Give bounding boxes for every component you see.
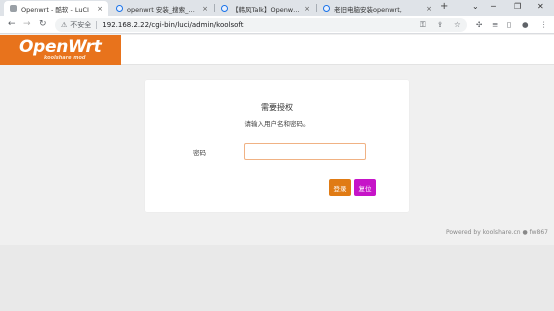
- key-icon[interactable]: ⚿: [420, 20, 426, 30]
- close-window-icon[interactable]: ✕: [537, 2, 544, 11]
- tab-old-pc-openwrt[interactable]: 老旧电脑安装openwrt, ×: [317, 1, 437, 16]
- tab-title: 【韩风Talk】Openwrt科: [232, 5, 302, 14]
- globe-icon: [323, 5, 330, 12]
- tab-hanfeng-talk[interactable]: 【韩风Talk】Openwrt科 ×: [215, 1, 315, 16]
- new-tab-button[interactable]: +: [440, 1, 448, 12]
- tab-bar: Openwrt - 酷软 - LuCI × openwrt 安装_搜索_哔哩 ×…: [0, 0, 554, 16]
- close-tab-icon[interactable]: ×: [304, 5, 310, 13]
- security-label[interactable]: 不安全: [70, 20, 91, 30]
- browser-toolbar: ← → ↻ ⚠ 不安全 192.168.2.22/cgi-bin/luci/ad…: [0, 16, 554, 34]
- openwrt-logo[interactable]: OpenWrt koolshare mod: [0, 35, 121, 65]
- close-tab-icon[interactable]: ×: [97, 5, 103, 13]
- extensions-icon[interactable]: ✣: [476, 20, 482, 29]
- back-icon[interactable]: ←: [8, 19, 16, 29]
- close-tab-icon[interactable]: ×: [426, 5, 432, 13]
- password-field[interactable]: [244, 143, 366, 160]
- minimize-icon[interactable]: ─: [491, 2, 496, 11]
- logo-text: OpenWrt: [19, 37, 102, 57]
- chevron-down-icon[interactable]: ⌄: [472, 2, 479, 11]
- warning-icon[interactable]: ⚠: [61, 21, 67, 29]
- tab-title: openwrt 安装_搜索_哔哩: [127, 5, 200, 14]
- powered-by-text: Powered by koolshare.cn ● fw867: [445, 229, 548, 236]
- tab-openwrt-luci[interactable]: Openwrt - 酷软 - LuCI ×: [4, 1, 108, 16]
- restore-icon[interactable]: ❐: [514, 2, 521, 11]
- star-icon[interactable]: ☆: [454, 20, 461, 29]
- profile-icon[interactable]: ●: [522, 20, 529, 29]
- globe-icon: [116, 5, 123, 12]
- tab-title: Openwrt - 酷软 - LuCI: [21, 5, 89, 14]
- address-bar[interactable]: ⚠ 不安全 192.168.2.22/cgi-bin/luci/admin/ko…: [55, 18, 467, 32]
- url-text[interactable]: 192.168.2.22/cgi-bin/luci/admin/koolsoft: [102, 21, 243, 29]
- media-icon[interactable]: ≡: [492, 20, 498, 29]
- share-icon[interactable]: ⇪: [437, 20, 443, 29]
- reload-icon[interactable]: ↻: [39, 19, 47, 29]
- close-tab-icon[interactable]: ×: [202, 5, 208, 13]
- forward-icon[interactable]: →: [23, 19, 31, 29]
- reset-button[interactable]: 复位: [354, 179, 376, 196]
- logo-subtitle: koolshare mod: [44, 55, 86, 61]
- globe-icon: [221, 5, 228, 12]
- omnibox-divider: [96, 21, 98, 29]
- login-button[interactable]: 登录: [329, 179, 351, 196]
- tab-openwrt-search[interactable]: openwrt 安装_搜索_哔哩 ×: [110, 1, 213, 16]
- auth-subtitle: 请输入用户名和密码。: [244, 120, 310, 128]
- auth-heading: 需要授权: [261, 103, 293, 112]
- tab-title: 老旧电脑安装openwrt,: [334, 5, 402, 14]
- page-header: OpenWrt koolshare mod: [0, 35, 554, 65]
- footer-area: [0, 245, 554, 311]
- menu-icon[interactable]: ⋮: [540, 20, 548, 29]
- login-card: 需要授权 请输入用户名和密码。 密码 登录 复位: [145, 80, 409, 212]
- password-label: 密码: [193, 149, 206, 157]
- page-icon: [10, 5, 17, 12]
- sidebar-icon[interactable]: ▯: [507, 20, 511, 29]
